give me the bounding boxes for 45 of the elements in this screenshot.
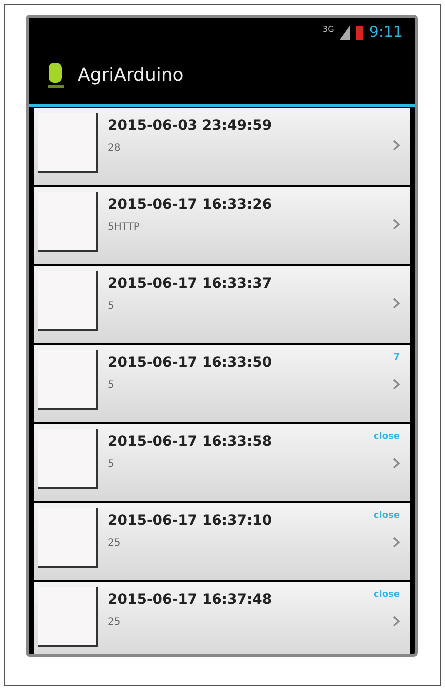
list-item[interactable]: 2015-06-17 16:33:37 5 — [34, 266, 410, 343]
chevron-icon — [393, 298, 400, 309]
clock: 9:11 — [369, 22, 403, 44]
list-item[interactable]: 2015-06-17 16:33:58 5 close — [34, 424, 410, 501]
item-subtitle: 25 — [108, 616, 122, 630]
item-title: 2015-06-03 23:49:59 — [108, 117, 274, 136]
chevron-icon — [393, 536, 400, 548]
item-subtitle: 5HTTP — [108, 221, 141, 235]
list-item[interactable]: 2015-06-17 16:37:10 25 close — [34, 503, 410, 580]
item-subtitle: 5 — [108, 458, 116, 472]
item-subtitle: 5 — [108, 300, 116, 314]
chevron-icon — [393, 458, 400, 468]
thumbnail — [38, 113, 98, 173]
status-tag: close — [374, 431, 400, 444]
item-subtitle: 28 — [108, 142, 122, 156]
list-item[interactable]: 2015-06-17 16:33:26 5HTTP — [34, 187, 410, 264]
thumbnail — [38, 587, 98, 647]
signal-icon — [340, 26, 350, 40]
chevron-icon — [393, 378, 400, 390]
item-title: 2015-06-17 16:33:50 — [108, 354, 274, 373]
list-item[interactable]: 2015-06-03 23:49:59 28 — [34, 108, 410, 185]
status-tag: close — [374, 510, 400, 524]
item-title: 2015-06-17 16:33:26 — [108, 196, 274, 215]
list-item[interactable]: 2015-06-17 16:37:48 25 close — [34, 582, 410, 654]
item-title: 2015-06-17 16:33:58 — [108, 433, 274, 452]
android-icon — [46, 60, 66, 90]
item-subtitle: 5 — [108, 379, 116, 393]
status-tag: close — [374, 589, 400, 602]
thumbnail — [38, 192, 98, 252]
chevron-icon — [393, 219, 400, 230]
chevron-icon — [393, 616, 400, 626]
status-tag: 7 — [394, 352, 400, 366]
item-title: 2015-06-17 16:37:48 — [108, 591, 274, 610]
item-title: 2015-06-17 16:33:37 — [108, 275, 274, 294]
thumbnail — [38, 350, 98, 410]
chevron-icon — [393, 140, 400, 151]
item-title: 2015-06-17 16:37:10 — [108, 512, 274, 531]
thumbnail — [38, 429, 98, 489]
battery-icon — [356, 25, 364, 40]
network-label: 3G — [323, 24, 334, 36]
app-title: AgriArduino — [78, 64, 184, 88]
item-subtitle: 25 — [108, 537, 122, 551]
list-item[interactable]: 2015-06-17 16:33:50 5 7 — [34, 345, 410, 422]
thumbnail — [38, 508, 98, 568]
thumbnail — [38, 271, 98, 331]
